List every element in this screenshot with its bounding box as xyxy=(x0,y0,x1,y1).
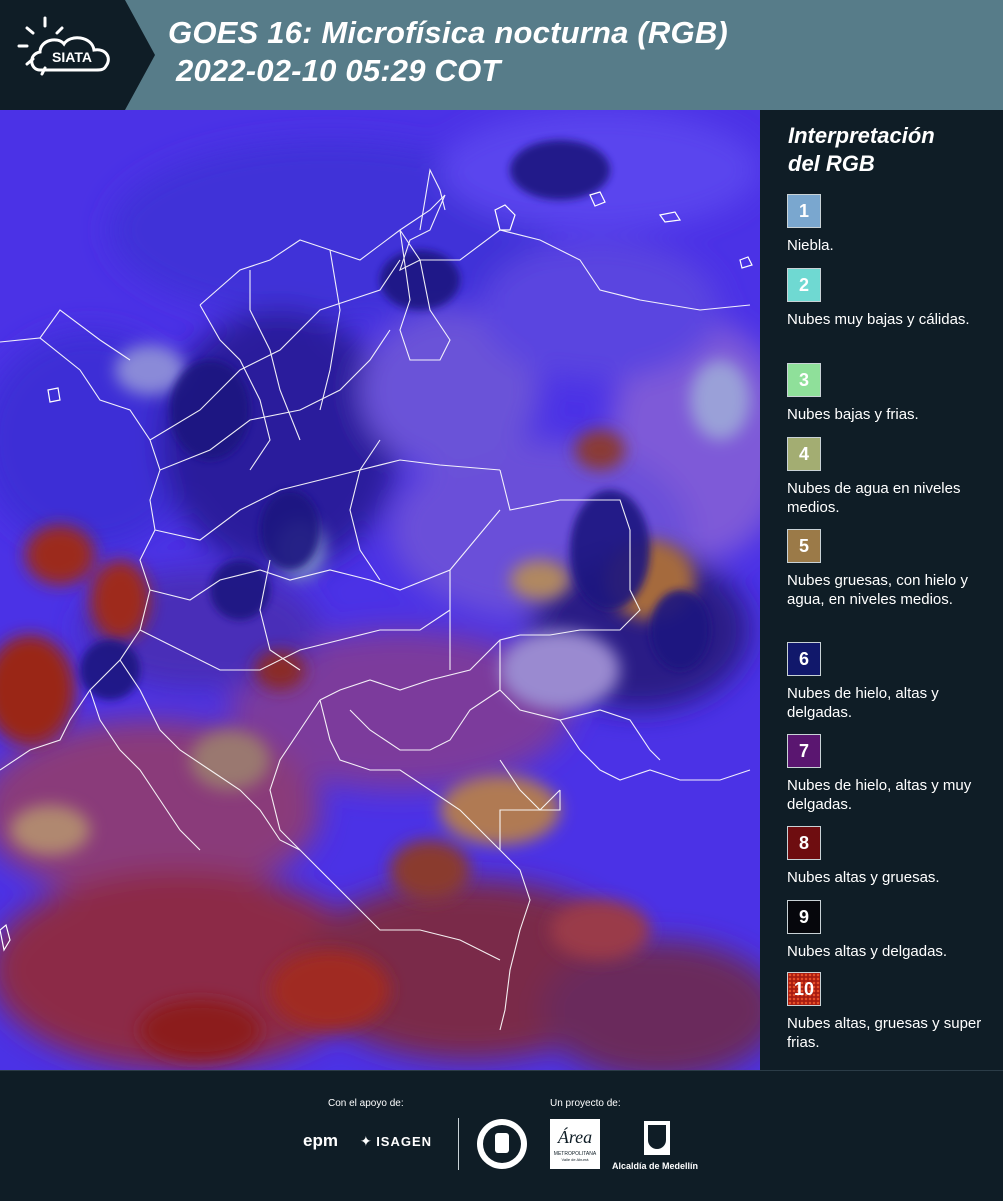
legend-title-line-2: del RGB xyxy=(788,151,875,176)
legend-swatch: 2 xyxy=(787,268,821,302)
legend-label: Nubes de agua en niveles medios. xyxy=(787,480,961,516)
legend-label: Nubes de hielo, altas y muy delgadas. xyxy=(787,777,972,813)
epm-logo: epm xyxy=(303,1131,338,1150)
project-label: Un proyecto de: xyxy=(550,1098,621,1109)
legend-title: Interpretación del RGB xyxy=(788,122,935,178)
support-label: Con el apoyo de: xyxy=(328,1098,404,1109)
area-logo-text: Área xyxy=(557,1127,593,1147)
logo-background-icon: SIATA xyxy=(0,0,155,110)
legend-label: Nubes altas, gruesas y super frias. xyxy=(787,1015,982,1051)
legend-swatch: 9 xyxy=(787,900,821,934)
siata-logo: SIATA xyxy=(0,0,155,110)
area-metropolitana-logo: Área METROPOLITANA Valle de Aburrá xyxy=(550,1119,600,1169)
isagen-text: ISAGEN xyxy=(376,1134,433,1149)
footer-divider xyxy=(458,1118,459,1170)
legend-label: Nubes altas y gruesas. xyxy=(787,869,940,886)
legend-panel: Interpretación del RGB 1 Niebla. 2 Nubes… xyxy=(760,110,1003,1070)
satellite-image xyxy=(0,110,760,1070)
legend-item: 4 Nubes de agua en niveles medios. xyxy=(787,437,997,517)
legend-label: Nubes bajas y frias. xyxy=(787,406,919,423)
legend-label: Nubes muy bajas y cálidas. xyxy=(787,311,970,328)
satellite-rgb-image xyxy=(0,110,760,1070)
legend-swatch: 1 xyxy=(787,194,821,228)
title-line-1: GOES 16: Microfísica nocturna (RGB) xyxy=(168,15,728,50)
legend-title-line-1: Interpretación xyxy=(788,123,935,148)
legend-item: 8 Nubes altas y gruesas. xyxy=(787,826,997,887)
isagen-mark-icon: ✦ xyxy=(360,1133,372,1149)
legend-item: 3 Nubes bajas y frias. xyxy=(787,363,997,424)
legend-label: Niebla. xyxy=(787,237,834,254)
legend-swatch: 7 xyxy=(787,734,821,768)
legend-swatch: 8 xyxy=(787,826,821,860)
alcaldia-shield-icon xyxy=(644,1121,670,1155)
header-bar: SIATA GOES 16: Microfísica nocturna (RGB… xyxy=(0,0,1003,110)
legend-swatch: 10 xyxy=(787,972,821,1006)
footer: Con el apoyo de: Un proyecto de: epm ✦ I… xyxy=(0,1070,1003,1201)
area-logo-subtext-2: Valle de Aburrá xyxy=(561,1157,589,1162)
legend-item: 10 Nubes altas, gruesas y super frias. xyxy=(787,972,997,1052)
legend-swatch: 3 xyxy=(787,363,821,397)
isagen-logo: ✦ ISAGEN xyxy=(360,1133,432,1151)
legend-label: Nubes altas y delgadas. xyxy=(787,943,948,960)
legend-label: Nubes gruesas, con hielo y agua, en nive… xyxy=(787,572,968,608)
title-line-2: 2022-02-10 05:29 COT xyxy=(176,53,501,88)
university-seal-icon xyxy=(477,1119,527,1169)
legend-item: 6 Nubes de hielo, altas y delgadas. xyxy=(787,642,997,722)
legend-swatch: 6 xyxy=(787,642,821,676)
logo-text: SIATA xyxy=(52,49,92,65)
legend-item: 2 Nubes muy bajas y cálidas. xyxy=(787,268,997,329)
alcaldia-text: Alcaldía de Medellín xyxy=(612,1161,699,1171)
legend-label: Nubes de hielo, altas y delgadas. xyxy=(787,685,939,721)
legend-swatch: 5 xyxy=(787,529,821,563)
legend-item: 1 Niebla. xyxy=(787,194,997,255)
page-title: GOES 16: Microfísica nocturna (RGB) 2022… xyxy=(168,14,728,90)
legend-item: 9 Nubes altas y delgadas. xyxy=(787,900,997,961)
legend-item: 5 Nubes gruesas, con hielo y agua, en ni… xyxy=(787,529,997,609)
legend-swatch: 4 xyxy=(787,437,821,471)
legend-item: 7 Nubes de hielo, altas y muy delgadas. xyxy=(787,734,997,814)
